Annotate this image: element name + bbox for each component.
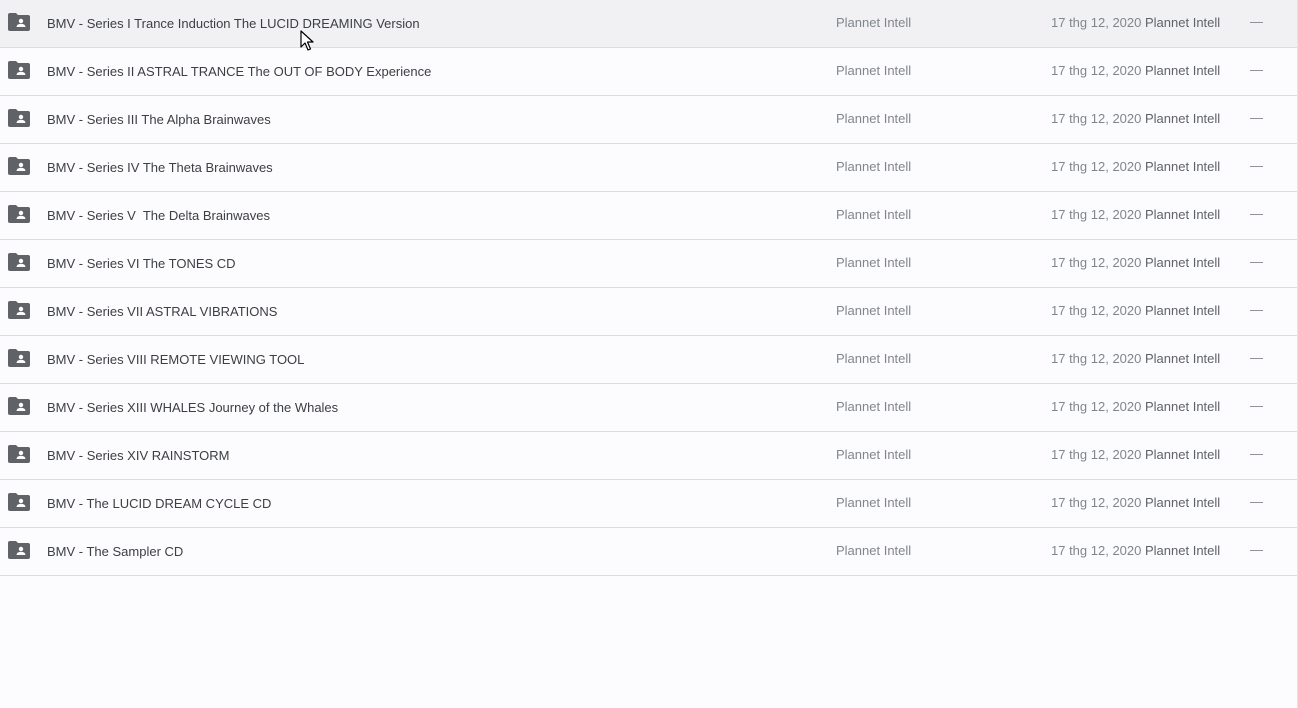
last-modified-date: 17 thg 12, 2020 xyxy=(1051,351,1142,366)
file-list: BMV - Series I Trance Induction The LUCI… xyxy=(0,0,1297,576)
file-name[interactable]: BMV - Series II ASTRAL TRANCE The OUT OF… xyxy=(47,64,431,79)
file-owner: Plannet Intell xyxy=(836,447,912,462)
file-owner: Plannet Intell xyxy=(836,255,912,270)
last-modified-date: 17 thg 12, 2020 xyxy=(1051,447,1142,462)
file-owner: Plannet Intell xyxy=(836,351,912,366)
last-modified-date: 17 thg 12, 2020 xyxy=(1051,111,1142,126)
file-name[interactable]: BMV - Series IV The Theta Brainwaves xyxy=(47,160,273,175)
last-modified-date: 17 thg 12, 2020 xyxy=(1051,159,1142,174)
last-modified-by: Plannet Intell xyxy=(1145,447,1221,462)
last-modified-date: 17 thg 12, 2020 xyxy=(1051,207,1142,222)
file-size: — xyxy=(1250,62,1263,77)
last-modified-by: Plannet Intell xyxy=(1145,543,1221,558)
file-row[interactable]: BMV - Series II ASTRAL TRANCE The OUT OF… xyxy=(0,48,1297,96)
file-name[interactable]: BMV - Series V The Delta Brainwaves xyxy=(47,208,270,223)
last-modified-date: 17 thg 12, 2020 xyxy=(1051,495,1142,510)
last-modified-by: Plannet Intell xyxy=(1145,399,1221,414)
file-size: — xyxy=(1250,14,1263,29)
file-size: — xyxy=(1250,350,1263,365)
file-name[interactable]: BMV - Series XIV RAINSTORM xyxy=(47,448,230,463)
last-modified-date: 17 thg 12, 2020 xyxy=(1051,255,1142,270)
file-row[interactable]: BMV - Series XIII WHALES Journey of the … xyxy=(0,384,1297,432)
file-size: — xyxy=(1250,254,1263,269)
file-row[interactable]: BMV - Series IV The Theta Brainwaves Pla… xyxy=(0,144,1297,192)
last-modified-by: Plannet Intell xyxy=(1145,351,1221,366)
file-name[interactable]: BMV - Series III The Alpha Brainwaves xyxy=(47,112,271,127)
file-row[interactable]: BMV - Series V The Delta Brainwaves Plan… xyxy=(0,192,1297,240)
last-modified-by: Plannet Intell xyxy=(1145,495,1221,510)
last-modified-by: Plannet Intell xyxy=(1145,303,1221,318)
file-size: — xyxy=(1250,542,1263,557)
shared-folder-icon xyxy=(8,541,30,559)
file-row[interactable]: BMV - Series III The Alpha Brainwaves Pl… xyxy=(0,96,1297,144)
file-name[interactable]: BMV - The LUCID DREAM CYCLE CD xyxy=(47,496,271,511)
shared-folder-icon xyxy=(8,397,30,415)
last-modified-by: Plannet Intell xyxy=(1145,255,1221,270)
last-modified-date: 17 thg 12, 2020 xyxy=(1051,543,1142,558)
file-row[interactable]: BMV - Series I Trance Induction The LUCI… xyxy=(0,0,1297,48)
last-modified-by: Plannet Intell xyxy=(1145,63,1221,78)
file-row[interactable]: BMV - The Sampler CD Plannet Intell 17 t… xyxy=(0,528,1297,576)
file-owner: Plannet Intell xyxy=(836,207,912,222)
file-owner: Plannet Intell xyxy=(836,15,912,30)
file-size: — xyxy=(1250,110,1263,125)
file-size: — xyxy=(1250,302,1263,317)
shared-folder-icon xyxy=(8,349,30,367)
last-modified-date: 17 thg 12, 2020 xyxy=(1051,399,1142,414)
file-name[interactable]: BMV - Series VII ASTRAL VIBRATIONS xyxy=(47,304,277,319)
file-name[interactable]: BMV - Series I Trance Induction The LUCI… xyxy=(47,16,420,31)
file-name[interactable]: BMV - Series VI The TONES CD xyxy=(47,256,236,271)
last-modified-date: 17 thg 12, 2020 xyxy=(1051,63,1142,78)
shared-folder-icon xyxy=(8,301,30,319)
file-row[interactable]: BMV - Series XIV RAINSTORM Plannet Intel… xyxy=(0,432,1297,480)
shared-folder-icon xyxy=(8,109,30,127)
file-row[interactable]: BMV - The LUCID DREAM CYCLE CD Plannet I… xyxy=(0,480,1297,528)
file-row[interactable]: BMV - Series VIII REMOTE VIEWING TOOL Pl… xyxy=(0,336,1297,384)
file-size: — xyxy=(1250,494,1263,509)
file-size: — xyxy=(1250,158,1263,173)
file-size: — xyxy=(1250,446,1263,461)
shared-folder-icon xyxy=(8,61,30,79)
file-name[interactable]: BMV - Series VIII REMOTE VIEWING TOOL xyxy=(47,352,304,367)
shared-folder-icon xyxy=(8,445,30,463)
last-modified-by: Plannet Intell xyxy=(1145,159,1221,174)
last-modified-date: 17 thg 12, 2020 xyxy=(1051,303,1142,318)
file-size: — xyxy=(1250,398,1263,413)
file-name[interactable]: BMV - The Sampler CD xyxy=(47,544,183,559)
file-owner: Plannet Intell xyxy=(836,111,912,126)
file-size: — xyxy=(1250,206,1263,221)
last-modified-by: Plannet Intell xyxy=(1145,111,1221,126)
last-modified-by: Plannet Intell xyxy=(1145,15,1221,30)
file-owner: Plannet Intell xyxy=(836,63,912,78)
file-owner: Plannet Intell xyxy=(836,495,912,510)
file-owner: Plannet Intell xyxy=(836,543,912,558)
file-row[interactable]: BMV - Series VII ASTRAL VIBRATIONS Plann… xyxy=(0,288,1297,336)
file-owner: Plannet Intell xyxy=(836,159,912,174)
shared-folder-icon xyxy=(8,253,30,271)
shared-folder-icon xyxy=(8,157,30,175)
last-modified-by: Plannet Intell xyxy=(1145,207,1221,222)
shared-folder-icon xyxy=(8,13,30,31)
file-owner: Plannet Intell xyxy=(836,399,912,414)
last-modified-date: 17 thg 12, 2020 xyxy=(1051,15,1142,30)
file-row[interactable]: BMV - Series VI The TONES CD Plannet Int… xyxy=(0,240,1297,288)
shared-folder-icon xyxy=(8,493,30,511)
file-name[interactable]: BMV - Series XIII WHALES Journey of the … xyxy=(47,400,338,415)
file-owner: Plannet Intell xyxy=(836,303,912,318)
shared-folder-icon xyxy=(8,205,30,223)
